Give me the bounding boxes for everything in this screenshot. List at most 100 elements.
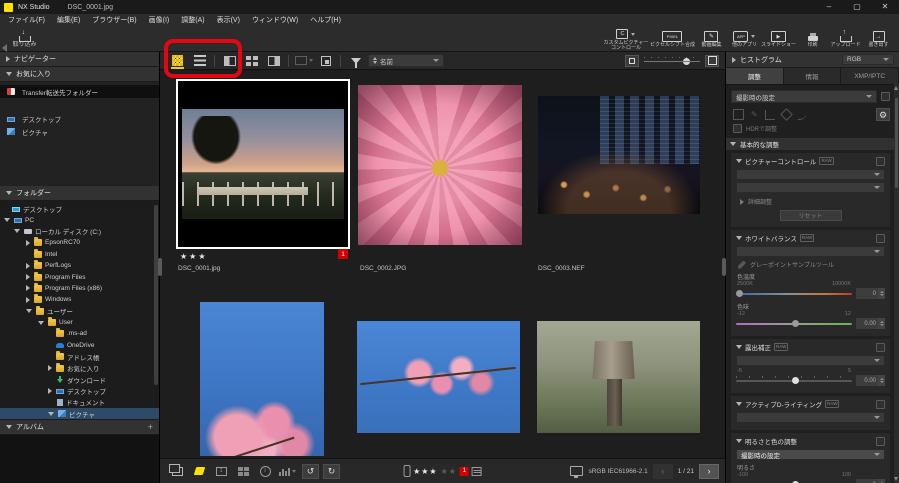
thumbnail-smaller-button[interactable] <box>625 55 639 67</box>
rating-stars-filled[interactable]: ★★★ <box>413 467 438 476</box>
slider-thumb[interactable] <box>792 320 799 327</box>
close-button[interactable]: ✕ <box>871 0 899 14</box>
brightness-value[interactable]: 0 <box>856 479 878 483</box>
straighten-tool-icon[interactable] <box>765 110 775 120</box>
inspector-scrollbar[interactable] <box>894 84 899 483</box>
menu-image[interactable]: 画像(I) <box>143 14 176 28</box>
favorite-item-transfer[interactable]: Transfer転送先フォルダー <box>0 85 159 98</box>
adl-checkbox[interactable] <box>876 400 885 409</box>
tree-scrollbar[interactable] <box>154 205 158 385</box>
spinner-arrows[interactable] <box>878 479 885 483</box>
other-apps-button[interactable]: APP 他のアプリ <box>728 29 761 51</box>
previous-image-button[interactable]: ‹ <box>653 464 673 479</box>
thumbnail-dsc0003[interactable] <box>538 96 700 214</box>
grid-view-button[interactable] <box>168 53 187 68</box>
custom-picture-control-button[interactable]: C カスタムピクチャーコントロール <box>602 29 650 51</box>
reset-button[interactable]: リセット <box>780 210 842 221</box>
white-balance-checkbox[interactable] <box>876 234 885 243</box>
picture-control-dropdown[interactable] <box>736 169 885 180</box>
tab-xmp-iptc[interactable]: XMP/IPTC <box>841 68 899 84</box>
video-edit-button[interactable]: ✎ 動画編集 <box>695 29 728 51</box>
menu-adjust[interactable]: 調整(A) <box>175 14 210 28</box>
hdr-checkbox[interactable] <box>733 124 742 133</box>
favorites-section-header[interactable]: お気に入り <box>0 67 159 82</box>
tree-item-contacts[interactable]: アドレス帳 <box>0 351 159 362</box>
protect-icon[interactable] <box>403 465 410 477</box>
upload-button[interactable]: ↑ アップロード <box>829 29 862 51</box>
temp-slider[interactable] <box>736 289 852 298</box>
thumbnail-filename[interactable]: DSC_0003.NEF <box>538 265 585 272</box>
tint-slider[interactable] <box>736 319 852 328</box>
picture-control-sub-dropdown[interactable] <box>736 182 885 193</box>
fullscreen-button[interactable] <box>316 53 335 68</box>
tree-item-pc[interactable]: PC <box>0 214 159 225</box>
scroll-up-icon[interactable] <box>894 86 898 90</box>
rotate-tool-icon[interactable] <box>780 108 793 121</box>
view-toggle-button[interactable] <box>166 463 188 479</box>
slider-thumb[interactable] <box>683 58 690 65</box>
tree-item-desktop[interactable]: デスクトップ <box>0 203 159 214</box>
brightness-color-checkbox[interactable] <box>876 437 885 446</box>
spinner-arrows[interactable] <box>878 318 885 329</box>
rotate-cw-button[interactable]: ↻ <box>323 464 340 479</box>
menu-view[interactable]: 表示(V) <box>211 14 246 28</box>
exposure-checkbox[interactable] <box>876 343 885 352</box>
brightness-preset-dropdown[interactable]: 撮影時の設定 <box>736 449 885 460</box>
tree-item-documents[interactable]: ドキュメント <box>0 397 159 408</box>
exposure-slider[interactable] <box>736 376 852 385</box>
minimize-button[interactable]: – <box>815 0 843 14</box>
export-button[interactable]: → 書き出す <box>862 29 895 51</box>
slider-thumb[interactable] <box>736 290 743 297</box>
histogram-channel-dropdown[interactable]: RGB <box>842 54 894 65</box>
tab-adjust[interactable]: 調整 <box>726 68 784 84</box>
tag-icon[interactable] <box>472 467 482 476</box>
add-album-button[interactable]: + <box>148 423 153 432</box>
inspector-splitter-handle[interactable] <box>722 258 726 276</box>
histogram-overlay-button[interactable] <box>276 463 298 479</box>
settings-gear-button[interactable]: ⚙ <box>876 108 890 121</box>
thumbnail-selected-dsc0001[interactable] <box>176 79 350 249</box>
thumbnail-bucket-post[interactable] <box>537 321 700 433</box>
menu-help[interactable]: ヘルプ(H) <box>304 14 347 28</box>
tree-item-desktop-user[interactable]: デスクトップ <box>0 385 159 396</box>
thumbnail-size-slider[interactable] <box>644 56 700 65</box>
label-filter-button[interactable] <box>188 463 210 479</box>
tree-item-user[interactable]: User <box>0 317 159 328</box>
collapse-sidebar-icon[interactable] <box>2 44 7 52</box>
tree-item-program-files-x86[interactable]: Program Files (x86) <box>0 283 159 294</box>
thumbnail-rating-stars[interactable]: ★★★ <box>180 252 208 261</box>
tree-item-onedrive[interactable]: OneDrive <box>0 340 159 351</box>
rating-control[interactable]: ★★★ ★★ 1 <box>403 465 482 477</box>
detail-adjust-toggle[interactable]: 詳細調整 <box>740 197 885 206</box>
spinner-arrows[interactable] <box>878 375 885 386</box>
thumbnail-blossom-branch[interactable] <box>357 321 520 433</box>
menu-file[interactable]: ファイル(F) <box>2 14 51 28</box>
histogram-section-header[interactable]: ヒストグラム RGB <box>726 52 899 68</box>
multi-view-button[interactable] <box>242 53 261 68</box>
tree-item-users[interactable]: ユーザー <box>0 306 159 317</box>
thumbnail-filename[interactable]: DSC_0002.JPG <box>360 265 406 272</box>
preset-checkbox[interactable] <box>881 92 890 101</box>
slider-thumb[interactable] <box>792 377 799 384</box>
gray-point-tool[interactable]: グレーポイントサンプルツール <box>738 260 885 269</box>
scroll-down-icon[interactable] <box>894 477 898 481</box>
pixel-shift-merge-button[interactable]: PIXEL ピクセルシフト合成 <box>650 29 695 51</box>
tree-item-program-files[interactable]: Program Files <box>0 271 159 282</box>
list-view-button[interactable] <box>190 53 209 68</box>
tree-item-epsonrc70[interactable]: EpsonRC70 <box>0 237 159 248</box>
temp-value[interactable]: 0 <box>856 288 878 299</box>
label-badge[interactable]: 1 <box>460 467 469 476</box>
info-overlay-button[interactable]: i <box>254 463 276 479</box>
menu-edit[interactable]: 編集(E) <box>51 14 86 28</box>
navigator-section-header[interactable]: ナビゲーター <box>0 52 159 67</box>
preset-dropdown[interactable]: 撮影時の設定 <box>731 90 877 103</box>
tree-item-favorites-folder[interactable]: お気に入り <box>0 362 159 373</box>
retouch-tool-icon[interactable]: ✎ <box>751 110 758 119</box>
exposure-dropdown[interactable] <box>736 355 885 366</box>
scrollbar-thumb[interactable] <box>895 98 898 188</box>
maximize-button[interactable]: ▢ <box>843 0 871 14</box>
next-image-button[interactable]: › <box>699 464 719 479</box>
tree-item-intel[interactable]: Intel <box>0 249 159 260</box>
folders-section-header[interactable]: フォルダー <box>0 186 159 201</box>
picture-control-checkbox[interactable] <box>876 157 885 166</box>
